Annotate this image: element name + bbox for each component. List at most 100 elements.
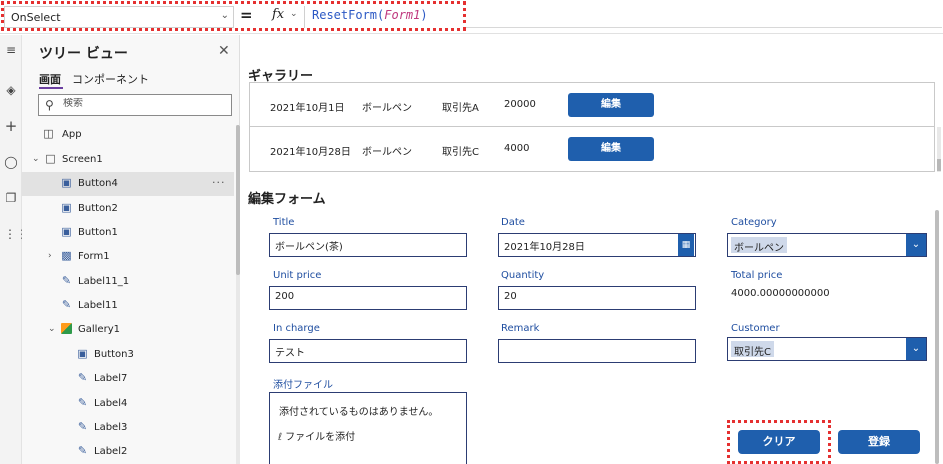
app-icon: ◫ (43, 127, 54, 140)
total-price-value: 4000.00000000000 (731, 288, 830, 299)
chevron-down-icon[interactable]: ⌄ (906, 338, 926, 360)
formula-argument: Form1 (384, 8, 421, 22)
fx-chevron-down-icon[interactable]: ⌄ (290, 9, 298, 19)
tree-view-title: ツリー ビュー (39, 46, 128, 62)
chevron-right-icon[interactable]: › (48, 251, 52, 261)
close-icon[interactable]: ✕ (218, 43, 230, 59)
form-title: 編集フォーム (248, 192, 326, 207)
app-canvas: ギャラリー 2021年10月1日 ボールペン 取引先A 20000 編集 202… (241, 35, 943, 464)
tab-components[interactable]: コンポーネント (72, 71, 149, 87)
button-icon: ▣ (61, 225, 72, 238)
gallery-scrollbar-thumb[interactable] (937, 159, 941, 171)
tree-item-label: Label7 (94, 373, 128, 384)
more-options-icon[interactable]: ··· (212, 176, 226, 189)
date-input[interactable]: 2021年10月28日 (498, 233, 696, 257)
tree-item-label: Label11 (78, 300, 118, 311)
formula-input-area[interactable] (466, 6, 942, 28)
chevron-down-icon: ⌄ (220, 10, 229, 21)
customer-dropdown[interactable]: 取引先C ⌄ (727, 337, 927, 361)
tree-item-label: Label2 (94, 446, 128, 457)
tree-item-label: Form1 (78, 251, 110, 262)
gallery-row[interactable]: 2021年10月1日 ボールペン 取引先A 20000 編集 (249, 82, 935, 128)
chevron-down-icon[interactable]: ⌄ (906, 234, 926, 256)
tree-item-button4[interactable]: ▣ Button4 ··· (22, 172, 234, 196)
tools-icon[interactable]: ⋮⋮ (4, 227, 28, 241)
tree-scrollbar-thumb[interactable] (236, 125, 240, 275)
property-value: OnSelect (11, 11, 61, 24)
attach-file-label: ファイルを添付 (285, 432, 356, 443)
remark-label: Remark (501, 323, 540, 334)
in-charge-label: In charge (273, 323, 320, 334)
fx-icon[interactable]: fx (272, 7, 284, 22)
tree-item-label7[interactable]: ✎ Label7 (22, 367, 234, 391)
tree-item-label4[interactable]: ✎ Label4 (22, 392, 234, 416)
tree-item-label11[interactable]: ✎ Label11 (22, 294, 234, 318)
form-scrollbar-thumb[interactable] (935, 210, 939, 464)
formula-bar: OnSelect ⌄ = fx ⌄ ResetForm(Form1) (0, 0, 943, 34)
tree-item-label: Button1 (78, 227, 118, 238)
chevron-down-icon[interactable]: ⌄ (48, 324, 56, 334)
unit-price-input[interactable]: 200 (269, 286, 467, 310)
tree-item-screen1[interactable]: ⌄ □ Screen1 (22, 148, 234, 172)
form-icon: ▩ (61, 249, 72, 262)
tree-item-app[interactable]: ◫ App (22, 123, 234, 147)
tree-item-label: Label4 (94, 398, 128, 409)
in-charge-input[interactable]: テスト (269, 339, 467, 363)
tree-item-label: Label11_1 (78, 276, 130, 287)
formula-function: ResetForm( (312, 8, 385, 22)
category-dropdown[interactable]: ボールペン ⌄ (727, 233, 927, 257)
paperclip-icon: ℓ (278, 432, 283, 443)
menu-icon[interactable]: ≡ (4, 43, 18, 57)
label-icon: ✎ (77, 396, 88, 409)
label-icon: ✎ (61, 298, 72, 311)
gallery: 2021年10月1日 ボールペン 取引先A 20000 編集 2021年10月2… (249, 82, 936, 172)
gallery-row[interactable]: 2021年10月28日 ボールペン 取引先C 4000 編集 (249, 126, 935, 172)
insert-plus-icon[interactable]: + (4, 119, 18, 134)
gallery-customer: 取引先A (442, 103, 479, 114)
property-dropdown[interactable]: OnSelect ⌄ (4, 6, 234, 28)
quantity-label: Quantity (501, 270, 545, 281)
button-icon: ▣ (61, 176, 72, 189)
total-price-label: Total price (731, 270, 783, 281)
search-input[interactable] (63, 98, 223, 109)
gallery-item: ボールペン (362, 103, 412, 114)
search-icon: ⚲ (45, 98, 54, 112)
date-label: Date (501, 217, 525, 228)
layers-icon[interactable]: ◈ (4, 83, 18, 97)
calendar-icon[interactable]: ▦ (678, 234, 694, 256)
category-label: Category (731, 217, 777, 228)
tree-item-gallery1[interactable]: ⌄ Gallery1 (22, 318, 234, 342)
clear-button[interactable]: クリア (738, 430, 820, 454)
submit-button[interactable]: 登録 (838, 430, 920, 454)
attachment-empty-text: 添付されているものはありません。 (279, 407, 439, 418)
unit-price-label: Unit price (273, 270, 322, 281)
title-input[interactable]: ボールペン(茶) (269, 233, 467, 257)
formula-close-paren: ) (420, 8, 428, 22)
tree-item-label3[interactable]: ✎ Label3 (22, 416, 234, 440)
tree-search-box[interactable]: ⚲ (38, 94, 232, 116)
tree-item-label2[interactable]: ✎ Label2 (22, 440, 234, 464)
tree-item-label: Gallery1 (78, 324, 120, 335)
attach-file-link[interactable]: ℓ ファイルを添付 (278, 428, 355, 443)
tree-item-button2[interactable]: ▣ Button2 (22, 197, 234, 221)
tree-item-label11-1[interactable]: ✎ Label11_1 (22, 270, 234, 294)
tree-item-label: Label3 (94, 422, 128, 433)
tab-screens[interactable]: 画面 (39, 71, 61, 87)
formula-separator (304, 6, 305, 28)
remark-input[interactable] (498, 339, 696, 363)
edit-button[interactable]: 編集 (568, 137, 654, 161)
chevron-down-icon[interactable]: ⌄ (32, 154, 40, 164)
label-icon: ✎ (77, 371, 88, 384)
active-tab-indicator (39, 87, 63, 89)
tree-item-form1[interactable]: › ▩ Form1 (22, 245, 234, 269)
media-icon[interactable]: ❐ (4, 191, 18, 205)
data-cylinder-icon[interactable]: ◯ (4, 155, 18, 169)
formula-input[interactable]: ResetForm(Form1) (312, 8, 428, 22)
label-icon: ✎ (77, 444, 88, 457)
quantity-input[interactable]: 20 (498, 286, 696, 310)
tree-item-button3[interactable]: ▣ Button3 (22, 343, 234, 367)
customer-label: Customer (731, 323, 780, 334)
category-value: ボールペン (731, 237, 787, 254)
tree-item-button1[interactable]: ▣ Button1 (22, 221, 234, 245)
edit-button[interactable]: 編集 (568, 93, 654, 117)
